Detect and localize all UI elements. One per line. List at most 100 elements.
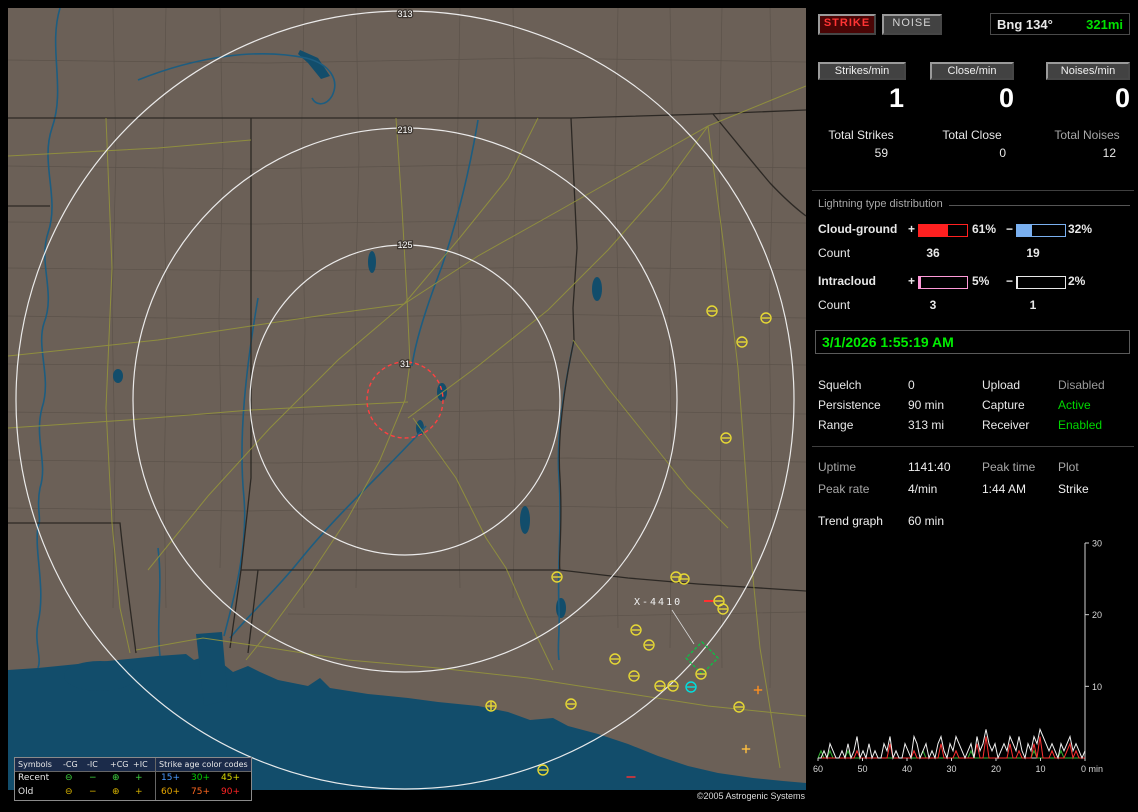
ring-label-219: 219 bbox=[397, 125, 412, 135]
ic-minus-bar bbox=[1016, 276, 1066, 289]
legend-age-header: Strike age color codes bbox=[159, 759, 248, 770]
strike-symbol-cgp bbox=[486, 701, 496, 711]
cg-minus-sign: − bbox=[1006, 222, 1013, 236]
symbol-legend: Symbols -CG -IC +CG +IC Strike age color… bbox=[14, 757, 252, 801]
legend-row-label: Old bbox=[18, 787, 33, 798]
legend-age-code: 45+ bbox=[221, 773, 240, 784]
legend-symbol-glyph: + bbox=[135, 787, 143, 798]
trend-window-value: 60 min bbox=[908, 514, 944, 528]
legend-header: Symbols -CG -IC +CG +IC Strike age color… bbox=[15, 758, 251, 772]
cg-minus-pct: 32% bbox=[1068, 222, 1092, 236]
legend-symbol-glyph: + bbox=[135, 773, 143, 784]
receiver-label: Receiver bbox=[982, 418, 1029, 432]
total-strikes-value: 59 bbox=[818, 146, 888, 160]
header-rule bbox=[949, 205, 1130, 210]
range-value: 313 mi bbox=[908, 418, 944, 432]
distribution-header: Lightning type distribution bbox=[818, 198, 943, 210]
distribution-header-row: Lightning type distribution bbox=[818, 198, 1130, 210]
trend-x-tick-label: 50 bbox=[857, 764, 867, 774]
uptime-label: Uptime bbox=[818, 460, 856, 474]
cloud-ground-label: Cloud-ground bbox=[818, 222, 897, 236]
cg-plus-sign: + bbox=[908, 222, 915, 236]
cg-plus-bar bbox=[918, 224, 968, 237]
legend-symbol-glyph: ⊖ bbox=[65, 773, 73, 784]
legend-age-code: 15+ bbox=[161, 773, 180, 784]
cg-count-label: Count bbox=[818, 246, 850, 260]
bearing-display: Bng 134° 321mi bbox=[990, 13, 1130, 35]
legend-symbols-header: Symbols bbox=[18, 759, 52, 770]
cg-plus-pct: 61% bbox=[972, 222, 996, 236]
squelch-value: 0 bbox=[908, 378, 915, 392]
strikes-per-min-value: 1 bbox=[818, 82, 904, 114]
map-svg: 313 219 125 31 X-4410 bbox=[8, 8, 806, 790]
legend-col-cg-pos: +CG bbox=[110, 759, 129, 770]
total-noises-label: Total Noises bbox=[1040, 128, 1134, 142]
plot-mode-value: Strike bbox=[1058, 482, 1089, 496]
trend-graph-label: Trend graph bbox=[818, 514, 883, 528]
ic-plus-sign: + bbox=[908, 274, 915, 288]
total-noises-value: 12 bbox=[1042, 146, 1116, 160]
ring-label-313: 313 bbox=[397, 9, 412, 19]
close-per-min-button[interactable]: Close/min bbox=[930, 62, 1014, 80]
trend-y-tick-label: 20 bbox=[1092, 610, 1102, 620]
ring-label-31: 31 bbox=[400, 359, 410, 369]
upload-label: Upload bbox=[982, 378, 1020, 392]
legend-col-ic-pos: +IC bbox=[133, 759, 148, 770]
noises-per-min-button[interactable]: Noises/min bbox=[1046, 62, 1130, 80]
strikes-per-min-button[interactable]: Strikes/min bbox=[818, 62, 906, 80]
ic-count-label: Count bbox=[818, 298, 850, 312]
trend-chart: 3020106050403020100 min bbox=[812, 536, 1134, 804]
capture-label: Capture bbox=[982, 398, 1025, 412]
legend-symbol-glyph: − bbox=[89, 787, 97, 798]
noises-per-min-value: 0 bbox=[1046, 82, 1130, 114]
total-close-value: 0 bbox=[930, 146, 1006, 160]
total-close-label: Total Close bbox=[924, 128, 1020, 142]
trend-y-tick-label: 10 bbox=[1092, 682, 1102, 692]
intracloud-label: Intracloud bbox=[818, 274, 876, 288]
legend-age-code: 60+ bbox=[161, 787, 180, 798]
strike-mode-button[interactable]: STRIKE bbox=[818, 14, 876, 35]
noise-mode-button[interactable]: NOISE bbox=[882, 14, 942, 35]
peak-time-label: Peak time bbox=[982, 460, 1035, 474]
capture-status: Active bbox=[1058, 398, 1091, 412]
legend-symbol-glyph: − bbox=[89, 773, 97, 784]
trend-x-tick-label: 10 bbox=[1035, 764, 1045, 774]
trend-x-tick-label: 40 bbox=[902, 764, 912, 774]
strikestar-app: { "map": { "ring_labels": ["313", "219",… bbox=[0, 0, 1138, 812]
legend-symbol-glyph: ⊕ bbox=[112, 787, 120, 798]
cg-plus-count: 36 bbox=[918, 246, 948, 260]
range-label: Range bbox=[818, 418, 853, 432]
trend-x-tick-label: 30 bbox=[946, 764, 956, 774]
legend-symbol-glyph: ⊖ bbox=[65, 787, 73, 798]
total-strikes-label: Total Strikes bbox=[818, 128, 904, 142]
upload-status: Disabled bbox=[1058, 378, 1105, 392]
legend-age-code: 30+ bbox=[191, 773, 210, 784]
legend-age-code: 90+ bbox=[221, 787, 240, 798]
peak-rate-value: 4/min bbox=[908, 482, 937, 496]
datetime-display: 3/1/2026 1:55:19 AM bbox=[815, 330, 1130, 354]
bearing-value: Bng 134° bbox=[997, 17, 1053, 32]
status-panel: STRIKE NOISE Bng 134° 321mi Strikes/min … bbox=[812, 8, 1134, 804]
lightning-map[interactable]: 313 219 125 31 X-4410 bbox=[8, 8, 806, 790]
persistence-label: Persistence bbox=[818, 398, 881, 412]
legend-divider bbox=[155, 758, 156, 800]
legend-symbol-glyph: ⊕ bbox=[112, 773, 120, 784]
trend-y-tick-label: 30 bbox=[1092, 539, 1102, 549]
legend-col-ic-neg: -IC bbox=[87, 759, 98, 770]
ic-plus-bar bbox=[918, 276, 968, 289]
ic-plus-count: 3 bbox=[918, 298, 948, 312]
legend-age-code: 75+ bbox=[191, 787, 210, 798]
storm-cell-label: X-4410 bbox=[634, 597, 682, 608]
ic-minus-sign: − bbox=[1006, 274, 1013, 288]
receiver-status: Enabled bbox=[1058, 418, 1102, 432]
trend-x-tick-label: 20 bbox=[991, 764, 1001, 774]
ic-plus-pct: 5% bbox=[972, 274, 989, 288]
ic-minus-count: 1 bbox=[1016, 298, 1050, 312]
persistence-value: 90 min bbox=[908, 398, 944, 412]
separator bbox=[812, 190, 1134, 191]
squelch-label: Squelch bbox=[818, 378, 861, 392]
trend-x-tick-label: 0 min bbox=[1081, 764, 1103, 774]
close-per-min-value: 0 bbox=[930, 82, 1014, 114]
separator bbox=[812, 446, 1134, 447]
legend-row-label: Recent bbox=[18, 773, 49, 784]
